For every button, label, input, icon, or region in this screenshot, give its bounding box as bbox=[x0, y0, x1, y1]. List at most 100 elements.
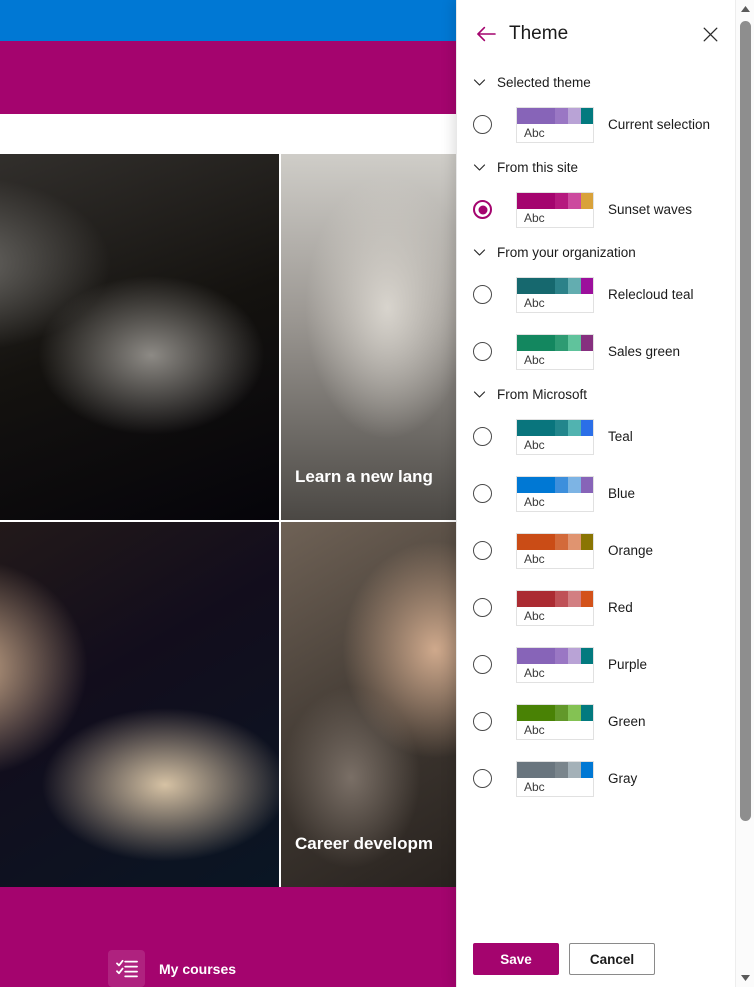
content-card[interactable]: Career developm bbox=[281, 522, 456, 887]
theme-option-row[interactable]: Abc Green bbox=[457, 693, 735, 750]
swatch-color-band bbox=[555, 334, 568, 351]
swatch-color-band bbox=[567, 476, 581, 493]
theme-swatch[interactable]: Abc bbox=[516, 191, 594, 228]
save-button[interactable]: Save bbox=[473, 943, 559, 975]
theme-radio[interactable] bbox=[473, 427, 492, 446]
theme-swatch[interactable]: Abc bbox=[516, 418, 594, 455]
page-scrollbar[interactable] bbox=[735, 0, 754, 987]
theme-radio[interactable] bbox=[473, 655, 492, 674]
theme-option-row[interactable]: Abc Current selection bbox=[457, 96, 735, 153]
chevron-down-icon bbox=[473, 78, 486, 86]
theme-option-row[interactable]: Abc Gray bbox=[457, 750, 735, 807]
theme-option-label: Orange bbox=[608, 543, 654, 558]
theme-group-header[interactable]: Selected theme bbox=[457, 68, 735, 96]
theme-swatch[interactable]: Abc bbox=[516, 589, 594, 626]
theme-radio[interactable] bbox=[473, 769, 492, 788]
theme-swatch[interactable]: Abc bbox=[516, 475, 594, 512]
swatch-sample-text: Abc bbox=[524, 125, 545, 140]
swatch-color-band bbox=[580, 533, 593, 550]
theme-option-row[interactable]: Abc Sales green bbox=[457, 323, 735, 380]
chevron-down-icon bbox=[473, 390, 486, 398]
theme-option-row[interactable]: Abc Red bbox=[457, 579, 735, 636]
swatch-color-bands bbox=[517, 334, 593, 351]
swatch-color-bands bbox=[517, 704, 593, 721]
theme-swatch[interactable]: Abc bbox=[516, 532, 594, 569]
content-card[interactable]: Sample content] bbox=[0, 522, 279, 887]
swatch-sample-text: Abc bbox=[524, 665, 545, 680]
card-title: Learn a new lang bbox=[295, 467, 433, 486]
swatch-color-band bbox=[555, 647, 568, 664]
site-hero-band bbox=[0, 41, 456, 114]
swatch-color-bands bbox=[517, 590, 593, 607]
theme-swatch[interactable]: Abc bbox=[516, 703, 594, 740]
swatch-color-band bbox=[567, 761, 581, 778]
swatch-color-band bbox=[580, 590, 593, 607]
theme-option-row[interactable]: Abc Blue bbox=[457, 465, 735, 522]
swatch-color-band bbox=[517, 334, 555, 351]
panel-header: Theme bbox=[457, 0, 735, 68]
theme-radio[interactable] bbox=[473, 712, 492, 731]
theme-option-row[interactable]: Abc Relecloud teal bbox=[457, 266, 735, 323]
theme-radio[interactable] bbox=[473, 342, 492, 361]
scroll-up-arrow-icon[interactable] bbox=[736, 0, 754, 18]
chevron-down-icon bbox=[473, 248, 486, 256]
cancel-button[interactable]: Cancel bbox=[569, 943, 655, 975]
theme-radio[interactable] bbox=[473, 200, 492, 219]
theme-radio[interactable] bbox=[473, 541, 492, 560]
theme-radio[interactable] bbox=[473, 115, 492, 134]
theme-swatch[interactable]: Abc bbox=[516, 646, 594, 683]
swatch-sample-text: Abc bbox=[524, 551, 545, 566]
swatch-color-band bbox=[517, 192, 555, 209]
swatch-color-bands bbox=[517, 277, 593, 294]
theme-group-header[interactable]: From your organization bbox=[457, 238, 735, 266]
swatch-color-band bbox=[517, 107, 555, 124]
theme-swatch[interactable]: Abc bbox=[516, 760, 594, 797]
theme-radio[interactable] bbox=[473, 598, 492, 617]
theme-option-row[interactable]: Abc Purple bbox=[457, 636, 735, 693]
theme-radio[interactable] bbox=[473, 285, 492, 304]
back-arrow-icon[interactable] bbox=[471, 19, 501, 49]
scrollbar-thumb[interactable] bbox=[740, 21, 751, 821]
theme-option-label: Gray bbox=[608, 771, 638, 786]
site-top-bar bbox=[0, 0, 456, 41]
theme-radio[interactable] bbox=[473, 484, 492, 503]
my-courses-label: My courses bbox=[159, 960, 237, 977]
scroll-down-arrow-icon[interactable] bbox=[736, 969, 754, 987]
theme-option-row[interactable]: Abc Sunset waves bbox=[457, 181, 735, 238]
content-card[interactable]: Learn a new lang bbox=[281, 154, 456, 520]
theme-option-row[interactable]: Abc Orange bbox=[457, 522, 735, 579]
swatch-sample-text: Abc bbox=[524, 210, 545, 225]
swatch-color-band bbox=[580, 647, 593, 664]
swatch-color-bands bbox=[517, 533, 593, 550]
content-card[interactable]: s [Sample content] bbox=[0, 154, 279, 520]
theme-swatch[interactable]: Abc bbox=[516, 106, 594, 143]
swatch-color-band bbox=[567, 107, 581, 124]
my-courses-link[interactable]: My courses bbox=[108, 950, 236, 987]
card-title: Career developm bbox=[295, 834, 433, 853]
swatch-color-band bbox=[555, 704, 568, 721]
theme-option-row[interactable]: Abc Teal bbox=[457, 408, 735, 465]
panel-footer: Save Cancel bbox=[457, 931, 735, 987]
swatch-color-band bbox=[517, 761, 555, 778]
chevron-down-icon bbox=[473, 163, 486, 171]
swatch-color-bands bbox=[517, 761, 593, 778]
swatch-color-band bbox=[567, 590, 581, 607]
close-icon[interactable] bbox=[695, 19, 725, 49]
site-white-strip bbox=[0, 114, 456, 154]
theme-option-label: Relecloud teal bbox=[608, 287, 694, 302]
swatch-color-bands bbox=[517, 419, 593, 436]
theme-group-header[interactable]: From this site bbox=[457, 153, 735, 181]
theme-group-label: From Microsoft bbox=[497, 386, 588, 402]
swatch-sample-text: Abc bbox=[524, 352, 545, 367]
swatch-color-band bbox=[517, 419, 555, 436]
card-title: Sample content] bbox=[0, 801, 279, 887]
swatch-color-band bbox=[517, 704, 555, 721]
theme-swatch[interactable]: Abc bbox=[516, 333, 594, 370]
theme-group-header[interactable]: From Microsoft bbox=[457, 380, 735, 408]
theme-option-label: Current selection bbox=[608, 117, 711, 132]
swatch-color-band bbox=[555, 476, 568, 493]
theme-swatch[interactable]: Abc bbox=[516, 276, 594, 313]
theme-list[interactable]: Selected theme Abc Current selection From t… bbox=[457, 68, 735, 931]
swatch-color-band bbox=[567, 334, 581, 351]
theme-panel: Theme Selected theme Abc Current selection… bbox=[456, 0, 754, 987]
